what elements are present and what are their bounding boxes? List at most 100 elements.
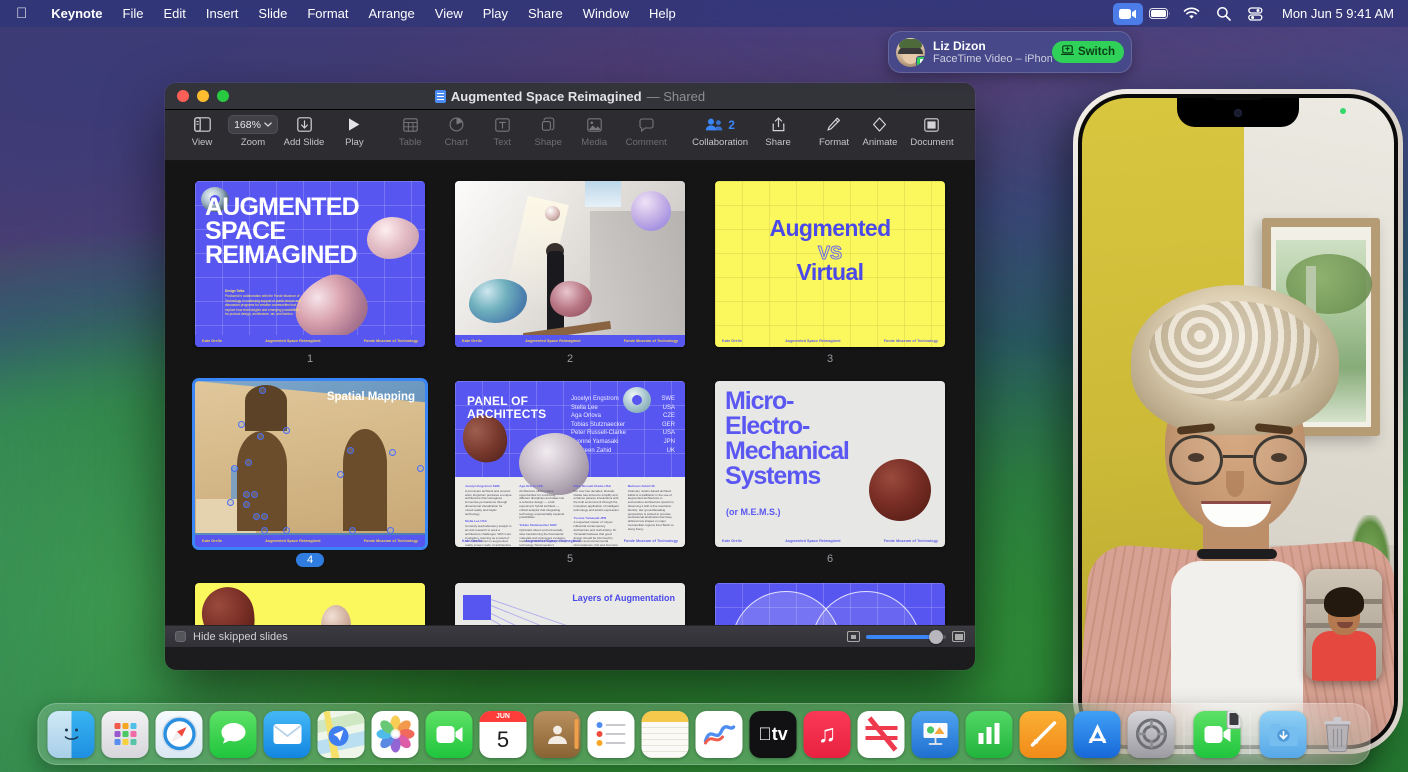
toolbar-text-button[interactable]: Text (479, 115, 525, 148)
slide-navigator[interactable]: AUGMENTED SPACE REIMAGINED Design Talks … (165, 161, 975, 647)
dock-item-apple-tv[interactable]: tv (750, 711, 797, 758)
slide-footer: Kate GrelleAugmented Space ReimaginedFon… (715, 335, 945, 347)
menu-item-play[interactable]: Play (473, 6, 518, 21)
menu-item-edit[interactable]: Edit (154, 6, 196, 21)
menu-item-view[interactable]: View (425, 6, 473, 21)
slide-thumbnail-2[interactable]: Kate GrelleAugmented Space ReimaginedFon… (455, 181, 685, 347)
menu-item-arrange[interactable]: Arrange (359, 6, 425, 21)
dock-item-app-store[interactable] (1074, 711, 1121, 758)
slide-thumbnail-6[interactable]: Micro- Electro- Mechanical Systems (or M… (715, 381, 945, 547)
toolbar-media-button[interactable]: Media (571, 115, 617, 148)
dock-item-freeform[interactable] (696, 711, 743, 758)
slide-line-3: Virtual (715, 259, 945, 286)
dock-item-system-settings[interactable] (1128, 711, 1175, 758)
menu-item-slide[interactable]: Slide (248, 6, 297, 21)
toolbar-zoom-label: Zoom (241, 137, 265, 148)
facetime-badge-icon (916, 56, 925, 67)
toolbar-table-button[interactable]: Table (387, 115, 433, 148)
slide-cell[interactable]: Micro- Electro- Mechanical Systems (or M… (715, 381, 945, 567)
dock-item-photos[interactable] (372, 711, 419, 758)
slider-knob[interactable] (929, 630, 943, 644)
toolbar-view-button[interactable]: View (179, 115, 225, 148)
dock-item-launchpad[interactable] (102, 711, 149, 758)
dock-item-notes[interactable] (642, 711, 689, 758)
dock-item-maps[interactable] (318, 711, 365, 758)
hide-skipped-slides-checkbox[interactable] (175, 631, 186, 642)
dock-item-facetime[interactable] (426, 711, 473, 758)
switch-call-button[interactable]: Switch (1052, 41, 1124, 63)
dock-item-facetime-handoff[interactable] (1194, 711, 1241, 758)
dock-item-pages[interactable] (1020, 711, 1067, 758)
toolbar-format-button[interactable]: Format (811, 115, 857, 148)
menu-item-insert[interactable]: Insert (196, 6, 249, 21)
slide-heading: Spatial Mapping (327, 391, 415, 403)
dock-item-reminders[interactable] (588, 711, 635, 758)
toolbar-collaboration-button[interactable]: 2 Collaboration (685, 115, 755, 148)
laptop-icon (1061, 45, 1074, 59)
apple-logo-icon[interactable]:  (16, 6, 27, 21)
thumbnail-size-slider[interactable] (847, 631, 965, 642)
slide-cell[interactable]: Kate GrelleAugmented Space ReimaginedFon… (455, 181, 685, 365)
toolbar-zoom-control[interactable]: 168% Zoom (225, 115, 281, 148)
slide-thumbnail-3[interactable]: Augmented VS Virtual Kate GrelleAugmente… (715, 181, 945, 347)
dock-item-numbers[interactable] (966, 711, 1013, 758)
slide-cell[interactable]: PANEL OF ARCHITECTS Jocelyn EngstromSWE … (455, 381, 685, 567)
dock-item-mail[interactable] (264, 711, 311, 758)
menu-item-keynote[interactable]: Keynote (41, 6, 112, 21)
slide-cell[interactable]: AUGMENTED SPACE REIMAGINED Design Talks … (195, 181, 425, 365)
dock-item-music[interactable]: ♫ (804, 711, 851, 758)
battery-icon[interactable] (1145, 3, 1175, 25)
slide-thumbnail-5[interactable]: PANEL OF ARCHITECTS Jocelyn EngstromSWE … (455, 381, 685, 547)
slide-heading: PANEL OF ARCHITECTS (467, 395, 546, 421)
dock-item-safari[interactable] (156, 711, 203, 758)
slider-track[interactable] (866, 635, 946, 639)
menu-item-help[interactable]: Help (639, 6, 686, 21)
toolbar-chart-button[interactable]: Chart (433, 115, 479, 148)
dock-item-calendar[interactable]: JUN 5 (480, 711, 527, 758)
slide-cell[interactable]: Augmented VS Virtual Kate GrelleAugmente… (715, 181, 945, 365)
keynote-window[interactable]: Augmented Space Reimagined — Shared View… (165, 83, 975, 670)
screen-share-icon[interactable] (1113, 3, 1143, 25)
dock-item-keynote[interactable] (912, 711, 959, 758)
toolbar-text-label: Text (494, 137, 511, 148)
dock-item-trash[interactable] (1314, 711, 1361, 758)
menu-item-file[interactable]: File (113, 6, 154, 21)
menu-item-format[interactable]: Format (297, 6, 358, 21)
toolbar-comment-button[interactable]: Comment (617, 115, 675, 148)
slide-thumbnail-1[interactable]: AUGMENTED SPACE REIMAGINED Design Talks … (195, 181, 425, 347)
search-icon[interactable] (1209, 3, 1239, 25)
text-icon (495, 115, 510, 134)
menu-bar-clock[interactable]: Mon Jun 5 9:41 AM (1273, 6, 1394, 21)
slide-cell[interactable]: Spatial Mapping Kate GrelleAugmented Spa… (195, 381, 425, 567)
dock-item-downloads-folder[interactable] (1260, 711, 1307, 758)
wifi-icon[interactable] (1177, 3, 1207, 25)
slide-subtitle: (or M.E.M.S.) (726, 507, 781, 517)
toolbar-document-button[interactable]: Document (903, 115, 961, 148)
zoom-dropdown[interactable]: 168% (228, 115, 278, 134)
dock-item-messages[interactable] (210, 711, 257, 758)
dock-item-finder[interactable] (48, 711, 95, 758)
iphone-screen[interactable] (1082, 98, 1394, 745)
toolbar-animate-button[interactable]: Animate (857, 115, 903, 148)
front-camera-icon (1234, 109, 1242, 117)
menu-item-share[interactable]: Share (518, 6, 573, 21)
toolbar-shape-button[interactable]: Shape (525, 115, 571, 148)
small-thumbnail-icon[interactable] (847, 631, 860, 642)
dock-item-news[interactable] (858, 711, 905, 758)
toolbar-play-button[interactable]: Play (331, 115, 377, 148)
dock-item-contacts[interactable] (534, 711, 581, 758)
facetime-handoff-notification[interactable]: Liz Dizon FaceTime Video – iPhone › Swit… (888, 31, 1132, 73)
control-center-icon[interactable] (1241, 3, 1271, 25)
slide-thumbnail-4[interactable]: Spatial Mapping Kate GrelleAugmented Spa… (195, 381, 425, 547)
toolbar-share-button[interactable]: Share (755, 115, 801, 148)
picture-in-picture-self-view[interactable] (1306, 569, 1382, 681)
camera-in-use-indicator (1340, 108, 1346, 114)
menu-item-window[interactable]: Window (573, 6, 639, 21)
large-thumbnail-icon[interactable] (952, 631, 965, 642)
call-source-label[interactable]: FaceTime Video – iPhone › (933, 53, 1052, 66)
window-title-bar[interactable]: Augmented Space Reimagined — Shared (165, 83, 975, 110)
document-icon (924, 115, 939, 134)
collaboration-count: 2 (728, 118, 735, 132)
toolbar-add-slide-button[interactable]: Add Slide (281, 115, 327, 148)
slide-blurb: Design Talks Produced in collaboration w… (225, 289, 303, 316)
